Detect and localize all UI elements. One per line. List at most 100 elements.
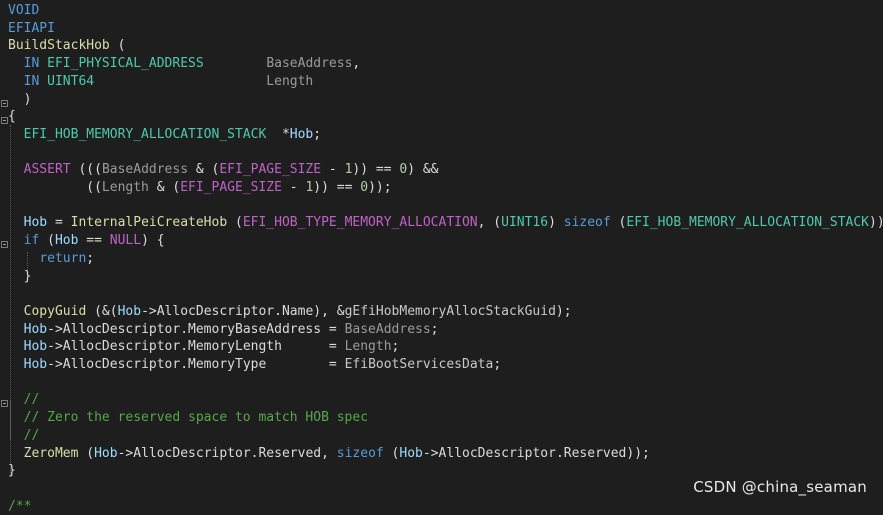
code-token: ; [493,357,502,372]
code-line-text: } [8,462,16,480]
code-token: ), & [313,303,345,319]
code-line-text: Hob->AllocDescriptor.MemoryBaseAddress =… [8,321,439,339]
code-token: -> [141,303,157,319]
code-token: /** [8,498,32,514]
code-token: (&( [86,303,118,319]
code-line-text: } [8,268,32,286]
code-token: , [352,56,361,72]
code-line-text: ZeroMem (Hob->AllocDescriptor.Reserved, … [8,445,650,463]
code-token: = [321,321,345,337]
code-token: MemoryLength [188,339,282,355]
code-line-text: ((Length & (EFI_PAGE_SIZE - 1)) == 0)); [8,179,391,197]
code-token: EFI_PAGE_SIZE [219,162,322,178]
code-token: Name [281,303,314,319]
code-line-text: EFI_HOB_MEMORY_ALLOCATION_STACK *Hob; [8,126,321,144]
code-token: , ( [477,215,502,231]
code-token: MemoryType [188,357,267,372]
code-token: ( [610,215,627,231]
code-token: . [180,357,189,372]
code-token: ( [227,215,243,231]
code-token: ) [548,215,564,231]
code-line-text: Hob = InternalPeiCreateHob (EFI_HOB_TYPE… [8,214,883,232]
code-token: ( [383,445,400,461]
code-token: -> [117,445,134,461]
code-token: -> [47,321,63,337]
code-line-text: IN EFI_PHYSICAL_ADDRESS BaseAddress, [8,55,361,73]
code-line-text: { [8,108,16,126]
code-line-text: if (Hob == NULL) { [8,232,165,250]
code-token: EFI_PAGE_SIZE [180,180,282,195]
code-token: sizeof [336,445,384,461]
fold-toggle-icon[interactable] [1,117,8,124]
fold-toggle-icon[interactable] [1,400,8,407]
code-token: gEfiHobMemoryAllocStackGuid [344,303,556,319]
code-line-text: /** [8,498,31,515]
code-token: sizeof [563,215,611,231]
code-token: Hob [289,126,314,142]
code-token: EFIAPI [8,20,55,36]
code-line-text: return; [8,250,94,268]
code-token: * [266,126,290,142]
code-token: = [266,357,345,372]
code-token: VOID [8,3,40,18]
code-token: Hob [399,445,423,461]
code-token: if [23,233,40,249]
code-token: Length [101,180,149,195]
code-token: )); [626,445,650,461]
code-token: )); [869,215,883,231]
code-token: // [8,392,40,408]
code-token: ((( [70,162,102,178]
code-token: == [78,233,110,249]
code-token: . [555,445,564,461]
code-token: )) == [352,162,400,178]
code-token: . [180,321,189,337]
code-token: Length [344,339,392,355]
code-token: { [8,109,16,125]
code-token: BaseAddress [344,321,431,337]
code-line-text: IN UINT64 Length [8,73,314,91]
code-token: BaseAddress [101,162,189,178]
code-token: = [281,339,345,355]
code-token: EFI_HOB_MEMORY_ALLOCATION_STACK [23,126,267,142]
code-line-text: ASSERT (((BaseAddress & (EFI_PAGE_SIZE -… [8,161,439,179]
code-line-text: Hob->AllocDescriptor.MemoryLength = Leng… [8,338,400,356]
code-token: -> [422,445,439,461]
code-token: , [321,445,337,461]
code-line-text: // [8,391,40,409]
code-token: (( [8,180,102,195]
code-line-text: VOID [8,2,39,20]
code-line-text: // Zero the reserved space to match HOB … [8,409,368,427]
code-token: ) && [407,162,439,178]
code-token: Hob [23,215,48,231]
code-token: return [39,250,87,266]
code-token: EFI_PHYSICAL_ADDRESS [47,56,204,72]
code-token: Reserved [563,445,627,461]
code-token: Hob [94,445,118,461]
code-line-text: // [8,427,40,445]
code-editor[interactable]: VOID EFIAPI BuildStackHob ( IN EFI_PHYSICA… [0,0,883,514]
code-token: InternalPeiCreateHob [70,215,228,231]
code-token: } [8,268,32,284]
code-token: ( [39,233,55,249]
code-line-text: CopyGuid (&(Hob->AllocDescriptor.Name), … [8,303,572,321]
code-token: ZeroMem [23,445,79,461]
code-token: Hob [54,233,79,249]
fold-toggle-icon[interactable] [1,100,8,107]
code-line-text: EFIAPI [8,20,55,38]
code-line-text: BuildStackHob ( [8,37,125,55]
code-token: -> [47,357,63,372]
code-token: Hob [23,357,48,372]
code-token: ) [8,91,32,107]
code-token: EFI_HOB_MEMORY_ALLOCATION_STACK [626,215,870,231]
code-token: Length [266,73,314,89]
code-token: UINT16 [501,215,549,231]
code-token: ; [313,126,322,142]
fold-toggle-icon[interactable] [1,241,8,248]
code-token: IN [8,73,48,89]
